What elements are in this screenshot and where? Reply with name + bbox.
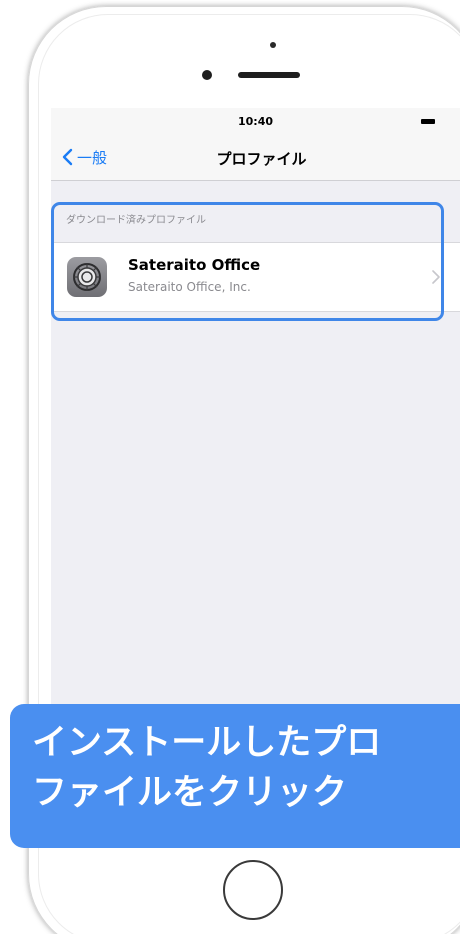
earpiece-speaker — [238, 72, 300, 78]
navigation-bar: 一般 プロファイル — [51, 134, 460, 181]
chevron-right-icon — [432, 270, 440, 284]
front-camera — [270, 42, 276, 48]
status-bar: 10:40 — [51, 108, 460, 134]
instruction-callout: インストールしたプロ ファイルをクリック — [10, 704, 460, 848]
phone-screen: 10:40 一般 プロファイル ダウンロード済みプロファイル Sateraito… — [51, 108, 460, 771]
battery-icon — [421, 119, 435, 124]
profile-name: Sateraito Office — [128, 256, 261, 274]
tutorial-stage: 10:40 一般 プロファイル ダウンロード済みプロファイル Sateraito… — [0, 0, 460, 934]
section-header-downloaded-profiles: ダウンロード済みプロファイル — [66, 215, 206, 226]
settings-gear-icon — [67, 257, 107, 297]
home-button[interactable] — [223, 860, 283, 920]
page-title: プロファイル — [216, 150, 307, 168]
profile-list-item[interactable]: Sateraito Office Sateraito Office, Inc. — [51, 242, 460, 312]
status-time: 10:40 — [237, 115, 273, 128]
gear-icon-graphic — [73, 263, 101, 291]
proximity-sensor — [202, 70, 212, 80]
profile-organization: Sateraito Office, Inc. — [128, 280, 251, 294]
